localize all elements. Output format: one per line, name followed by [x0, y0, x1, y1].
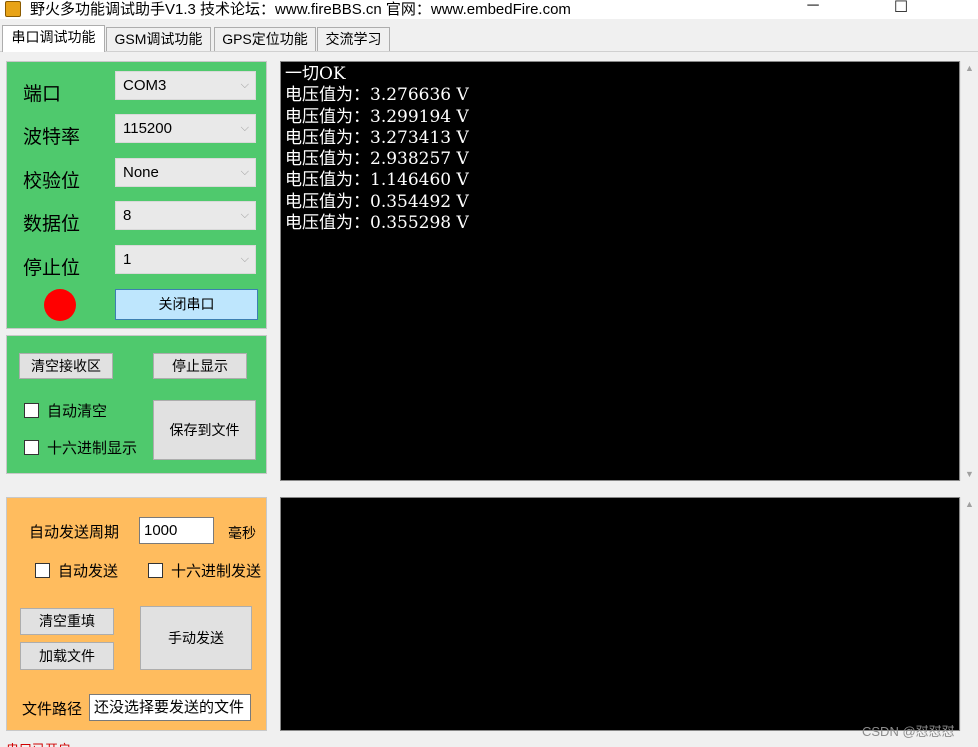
- file-path-label: 文件路径: [22, 701, 83, 718]
- baud-label: 波特率: [23, 127, 81, 148]
- chevron-down-icon: ⌵: [240, 122, 249, 134]
- chevron-down-icon: ⌵: [240, 166, 249, 178]
- databits-label: 数据位: [23, 214, 81, 235]
- serial-settings-panel: 端口 COM3 ⌵ 波特率 115200 ⌵ 校验位 None ⌵ 数据位 8 …: [6, 61, 267, 329]
- period-unit: 毫秒: [228, 525, 256, 541]
- period-label: 自动发送周期: [29, 524, 120, 541]
- receive-console[interactable]: 一切OK 电压值为：3.276636 V 电压值为：3.299194 V 电压值为：3…: [280, 61, 960, 481]
- hex-display-checkbox[interactable]: 十六进制显示: [24, 437, 137, 458]
- checkbox-box[interactable]: [35, 563, 50, 578]
- stopbits-select[interactable]: 1 ⌵: [115, 245, 256, 274]
- stopbits-label: 停止位: [23, 258, 81, 279]
- parity-label: 校验位: [23, 171, 81, 192]
- port-select[interactable]: COM3 ⌵: [115, 71, 256, 100]
- auto-clear-label: 自动清空: [47, 403, 108, 420]
- hex-send-checkbox[interactable]: 十六进制发送: [148, 560, 261, 581]
- databits-select[interactable]: 8 ⌵: [115, 201, 256, 230]
- manual-send-button[interactable]: 手动发送: [140, 606, 252, 670]
- stop-display-button[interactable]: 停止显示: [153, 353, 247, 379]
- tab-serial[interactable]: 串口调试功能: [2, 25, 105, 52]
- hex-display-label: 十六进制显示: [47, 440, 138, 457]
- send-controls-panel: 自动发送周期 1000 毫秒 自动发送 十六进制发送 清空重填 加载文件 手动发…: [6, 497, 267, 731]
- checkbox-box[interactable]: [148, 563, 163, 578]
- save-to-file-button[interactable]: 保存到文件: [153, 400, 256, 460]
- parity-value: None: [123, 164, 159, 181]
- tab-gps[interactable]: GPS定位功能: [214, 27, 316, 51]
- baud-value: 115200: [123, 120, 172, 137]
- chevron-down-icon: ⌵: [240, 79, 249, 91]
- tab-gsm[interactable]: GSM调试功能: [106, 27, 211, 51]
- baud-select[interactable]: 115200 ⌵: [115, 114, 256, 143]
- auto-send-checkbox[interactable]: 自动发送: [35, 560, 118, 581]
- send-textarea[interactable]: [280, 497, 960, 731]
- close-port-button[interactable]: 关闭串口: [115, 289, 258, 320]
- load-file-button[interactable]: 加载文件: [20, 642, 114, 670]
- clear-refill-button[interactable]: 清空重填: [20, 608, 114, 635]
- log-line: 电压值为：3.273413 V: [285, 127, 469, 148]
- parity-select[interactable]: None ⌵: [115, 158, 256, 187]
- maximize-button[interactable]: ☐: [886, 0, 916, 17]
- port-status-indicator: [44, 289, 76, 321]
- hex-send-label: 十六进制发送: [171, 563, 262, 580]
- tab-bar: 串口调试功能 GSM调试功能 GPS定位功能 交流学习: [0, 25, 978, 52]
- clear-receive-button[interactable]: 清空接收区: [19, 353, 113, 379]
- port-value: COM3: [123, 77, 167, 94]
- tab-community[interactable]: 交流学习: [317, 27, 390, 51]
- window-title: 野火多功能调试助手V1.3 技术论坛：www.fireBBS.cn 官网：www…: [30, 1, 571, 18]
- receive-log: 一切OK 电压值为：3.276636 V 电压值为：3.299194 V 电压值为：3…: [285, 64, 469, 234]
- chevron-down-icon: ⌵: [240, 209, 249, 221]
- file-path-input[interactable]: 还没选择要发送的文件: [89, 694, 251, 721]
- log-line: 电压值为：0.354492 V: [285, 191, 469, 212]
- databits-value: 8: [123, 207, 132, 224]
- checkbox-box[interactable]: [24, 440, 39, 455]
- log-line: 电压值为：3.299194 V: [285, 106, 469, 127]
- status-text: 串口已开启: [6, 739, 71, 747]
- send-scrollbar[interactable]: ▲: [960, 497, 978, 731]
- checkbox-box[interactable]: [24, 403, 39, 418]
- app-logo-icon: [5, 1, 21, 17]
- period-input[interactable]: 1000: [139, 517, 214, 544]
- receive-controls-panel: 清空接收区 停止显示 自动清空 十六进制显示 保存到文件: [6, 335, 267, 474]
- scroll-up-icon[interactable]: ▲: [961, 499, 978, 509]
- auto-send-label: 自动发送: [58, 563, 119, 580]
- auto-clear-checkbox[interactable]: 自动清空: [24, 400, 107, 421]
- log-line: 电压值为：0.355298 V: [285, 213, 469, 234]
- log-line: 电压值为：3.276636 V: [285, 85, 469, 106]
- log-line: 电压值为：2.938257 V: [285, 149, 469, 170]
- log-line: 电压值为：1.146460 V: [285, 170, 469, 191]
- port-label: 端口: [23, 84, 62, 105]
- scroll-down-icon[interactable]: ▼: [961, 469, 978, 479]
- chevron-down-icon: ⌵: [240, 253, 249, 265]
- app-window: 野火多功能调试助手V1.3 技术论坛：www.fireBBS.cn 官网：www…: [0, 0, 978, 747]
- scroll-up-icon[interactable]: ▲: [961, 63, 978, 73]
- receive-scrollbar[interactable]: ▲ ▼: [960, 61, 978, 481]
- minimize-button[interactable]: ─: [798, 0, 828, 15]
- watermark: CSDN @怼怼怼: [862, 724, 955, 739]
- stopbits-value: 1: [123, 251, 132, 268]
- log-line: 一切OK: [285, 64, 346, 84]
- title-bar: 野火多功能调试助手V1.3 技术论坛：www.fireBBS.cn 官网：www…: [0, 0, 978, 19]
